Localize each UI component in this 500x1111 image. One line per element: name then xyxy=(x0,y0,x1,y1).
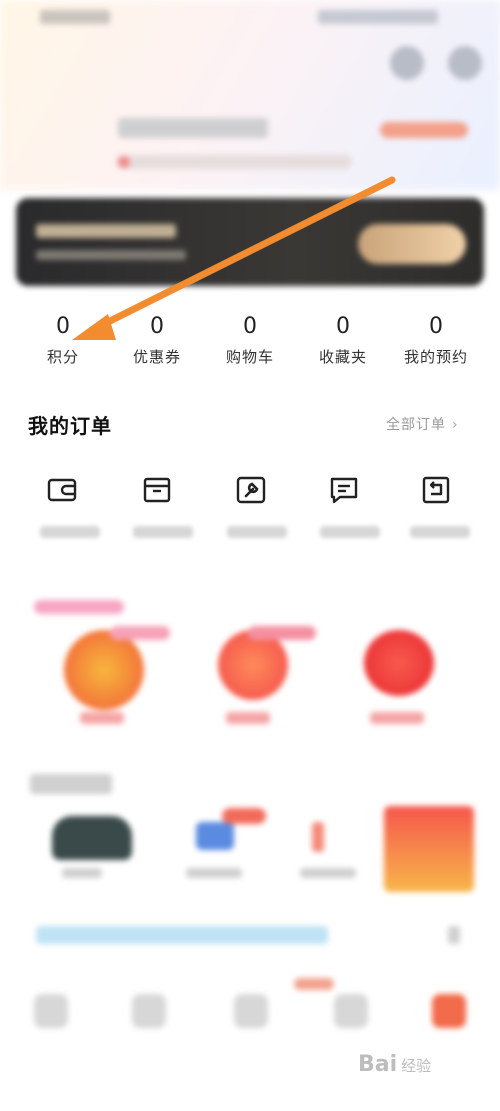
stat-coupons[interactable]: 0 优惠券 xyxy=(107,312,207,367)
order-label-blurred xyxy=(40,526,100,538)
stat-value: 0 xyxy=(243,314,257,339)
product-image[interactable] xyxy=(196,822,234,850)
order-label-blurred xyxy=(227,526,287,538)
stat-label: 购物车 xyxy=(225,348,274,366)
product-badge xyxy=(222,808,266,824)
order-label-blurred xyxy=(133,526,193,538)
stat-appointments[interactable]: 0 我的预约 xyxy=(386,312,486,367)
stat-value: 0 xyxy=(56,314,70,339)
promo-caption xyxy=(80,712,124,724)
product-caption xyxy=(186,868,242,878)
product-ad-image[interactable] xyxy=(384,806,474,892)
product-caption xyxy=(300,868,356,878)
service-icon[interactable] xyxy=(234,994,268,1028)
status-bar-left xyxy=(40,10,110,24)
all-orders-link[interactable]: 全部订单 › xyxy=(386,414,459,434)
watermark-text: Bai xyxy=(358,1052,398,1077)
service-icon[interactable] xyxy=(132,994,166,1028)
wrench-icon[interactable] xyxy=(235,474,267,506)
promo-caption xyxy=(226,712,270,724)
watermark-suffix: 经验 xyxy=(401,1057,432,1075)
order-label-blurred xyxy=(410,526,470,538)
promo-item-icon[interactable] xyxy=(218,630,288,700)
product-image[interactable] xyxy=(312,822,324,852)
vip-subtitle xyxy=(36,250,186,260)
promo-badge xyxy=(248,626,316,640)
user-subtitle xyxy=(116,155,352,169)
hot-section-title xyxy=(30,774,112,794)
stat-cart[interactable]: 0 购物车 xyxy=(200,312,300,367)
promo-item-icon[interactable] xyxy=(64,630,144,710)
promo-tag xyxy=(34,600,124,614)
stat-label: 优惠券 xyxy=(132,348,181,366)
stat-value: 0 xyxy=(429,314,443,339)
chat-icon[interactable] xyxy=(328,474,360,506)
banner-close-icon[interactable] xyxy=(448,926,460,944)
service-icon[interactable] xyxy=(334,994,368,1028)
settings-icon[interactable] xyxy=(448,46,482,80)
stat-value: 0 xyxy=(336,314,350,339)
wallet-icon[interactable] xyxy=(46,474,78,506)
subtitle-dot-icon xyxy=(118,156,130,168)
vip-title xyxy=(36,224,176,238)
product-car-image[interactable] xyxy=(52,816,132,860)
product-caption xyxy=(62,868,102,878)
info-banner[interactable] xyxy=(36,926,328,944)
order-label-blurred xyxy=(320,526,380,538)
box-icon[interactable] xyxy=(141,474,173,506)
stat-favorites[interactable]: 0 收藏夹 xyxy=(293,312,393,367)
all-orders-label: 全部订单 xyxy=(386,417,446,433)
stat-label: 收藏夹 xyxy=(318,348,367,366)
service-badge xyxy=(294,978,334,990)
stat-value: 0 xyxy=(150,314,164,339)
message-icon[interactable] xyxy=(390,46,424,80)
orders-title: 我的订单 xyxy=(28,414,112,438)
promo-item-icon[interactable] xyxy=(364,630,434,696)
chevron-right-icon: › xyxy=(452,417,459,433)
promo-caption xyxy=(370,712,424,724)
member-tag[interactable] xyxy=(380,122,468,138)
watermark: Bai 经验 xyxy=(358,1052,431,1077)
stat-label: 积分 xyxy=(46,348,79,366)
status-bar-right xyxy=(318,10,438,24)
service-icon[interactable] xyxy=(432,994,466,1028)
username[interactable] xyxy=(118,118,268,138)
stat-points[interactable]: 0 积分 xyxy=(13,312,113,367)
stats-row: 0 积分 0 优惠券 0 购物车 0 收藏夹 0 我的预约 xyxy=(0,312,500,374)
vip-open-button[interactable] xyxy=(358,224,466,264)
promo-badge xyxy=(110,626,170,640)
stat-label: 我的预约 xyxy=(403,348,468,366)
return-icon[interactable] xyxy=(420,474,452,506)
service-icon[interactable] xyxy=(34,994,68,1028)
